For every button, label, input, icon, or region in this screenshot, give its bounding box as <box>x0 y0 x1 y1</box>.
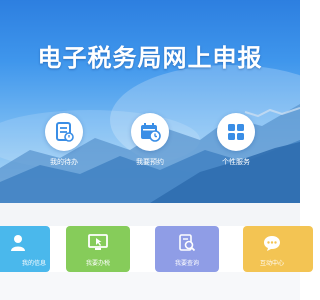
tile-icon-wrap <box>155 233 219 253</box>
tile-icon-wrap <box>243 233 301 253</box>
quick-action-appointment[interactable]: 我要预约 <box>110 113 190 167</box>
tile-icon-wrap <box>66 233 130 253</box>
quick-action-label: 我要预约 <box>136 158 164 166</box>
tile-label: 互动中心 <box>259 260 284 267</box>
document-list-icon <box>56 122 74 142</box>
quick-action-icon-wrap <box>217 113 255 151</box>
tile-tax-handling[interactable]: 我要办税 <box>66 226 130 272</box>
hero-banner: 电子税务局网上申报 我的待办 我要预约 个性服务 <box>0 0 300 203</box>
grid-apps-icon <box>228 124 244 140</box>
computer-cursor-icon <box>88 234 108 250</box>
quick-action-todo[interactable]: 我的待办 <box>24 113 104 167</box>
chat-bubble-icon <box>264 236 280 251</box>
calendar-clock-icon <box>141 123 161 142</box>
quick-action-label: 个性服务 <box>222 158 250 166</box>
person-icon <box>11 235 25 251</box>
tile-label: 我要办税 <box>85 260 110 267</box>
tile-interaction-center[interactable]: 互动中心 <box>243 226 313 272</box>
tile-query[interactable]: 我要查询 <box>155 226 219 272</box>
section-divider <box>0 203 300 226</box>
document-search-icon <box>179 234 196 252</box>
quick-action-label: 我的待办 <box>50 158 78 166</box>
quick-action-icon-wrap <box>131 113 169 151</box>
quick-action-personal-service[interactable]: 个性服务 <box>196 113 276 167</box>
mountain-background <box>0 65 300 203</box>
bottom-area <box>0 272 300 300</box>
tile-label: 我的信息 <box>21 260 46 267</box>
tile-icon-wrap <box>0 233 50 253</box>
tile-label: 我要查询 <box>174 260 199 267</box>
page-title: 电子税务局网上申报 <box>37 44 263 72</box>
tile-my-info[interactable]: 我的信息 <box>0 226 50 272</box>
quick-action-icon-wrap <box>45 113 83 151</box>
